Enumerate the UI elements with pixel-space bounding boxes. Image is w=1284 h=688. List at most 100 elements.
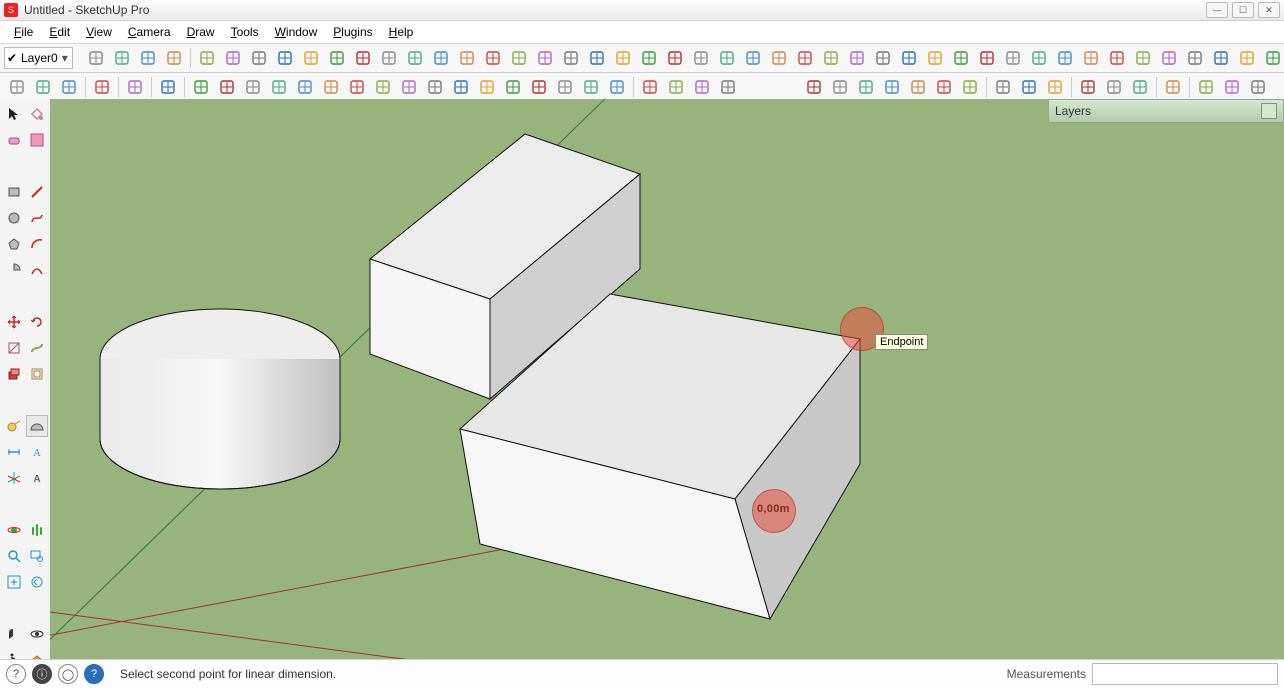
- menu-file[interactable]: File: [6, 23, 41, 41]
- misc2-icon[interactable]: [1210, 47, 1232, 69]
- push-pull-tool[interactable]: [3, 363, 25, 385]
- person-icon[interactable]: ⓘ: [32, 664, 52, 684]
- misc1-icon[interactable]: [1184, 47, 1206, 69]
- maximize-button[interactable]: ☐: [1232, 2, 1254, 18]
- make-component-icon[interactable]: [85, 47, 107, 69]
- cube3-icon[interactable]: [1247, 76, 1269, 98]
- diag3-icon[interactable]: [638, 47, 660, 69]
- m17-icon[interactable]: [606, 76, 628, 98]
- rect1-icon[interactable]: [794, 47, 816, 69]
- cube-icon[interactable]: [1195, 76, 1217, 98]
- close-button[interactable]: ✕: [1258, 2, 1280, 18]
- select-tool[interactable]: [3, 103, 25, 125]
- scale-tool[interactable]: [3, 337, 25, 359]
- cube3-icon[interactable]: [248, 47, 270, 69]
- m16-icon[interactable]: [580, 76, 602, 98]
- lines-c-icon[interactable]: [1132, 47, 1154, 69]
- check-icon[interactable]: [137, 47, 159, 69]
- cube10-icon[interactable]: [430, 47, 452, 69]
- m11-icon[interactable]: [450, 76, 472, 98]
- rect3-icon[interactable]: [846, 47, 868, 69]
- look-around-tool[interactable]: [26, 623, 48, 645]
- misc3-icon[interactable]: [1236, 47, 1258, 69]
- cube8-icon[interactable]: [378, 47, 400, 69]
- menu-tools[interactable]: Tools: [223, 23, 267, 41]
- diag2-icon[interactable]: [612, 47, 634, 69]
- globe-icon[interactable]: [1162, 76, 1184, 98]
- menu-plugins[interactable]: Plugins: [325, 23, 380, 41]
- cube4-icon[interactable]: [274, 47, 296, 69]
- protractor-tool[interactable]: [26, 415, 48, 437]
- line1-icon[interactable]: [664, 47, 686, 69]
- cube1-icon[interactable]: [196, 47, 218, 69]
- previous-tool[interactable]: [26, 571, 48, 593]
- position-camera-tool[interactable]: [3, 623, 25, 645]
- menu-window[interactable]: Window: [267, 23, 326, 41]
- lines-b-icon[interactable]: [1106, 47, 1128, 69]
- m7-icon[interactable]: [346, 76, 368, 98]
- hatch3-icon[interactable]: [950, 47, 972, 69]
- m5-icon[interactable]: [294, 76, 316, 98]
- hatch4-icon[interactable]: [976, 47, 998, 69]
- m4-icon[interactable]: [268, 76, 290, 98]
- material-tool[interactable]: [26, 129, 48, 151]
- rectangle-tool[interactable]: [3, 181, 25, 203]
- m2-icon[interactable]: [216, 76, 238, 98]
- geo-icon[interactable]: ◯: [58, 664, 78, 684]
- hatch7-icon[interactable]: [1054, 47, 1076, 69]
- lines-a-icon[interactable]: [1080, 47, 1102, 69]
- book-icon[interactable]: [992, 76, 1014, 98]
- hatch1-icon[interactable]: [803, 76, 825, 98]
- cube9-icon[interactable]: [404, 47, 426, 69]
- m1-icon[interactable]: [190, 76, 212, 98]
- ray-icon[interactable]: [665, 76, 687, 98]
- viewport-3d[interactable]: 0,00m Endpoint Layers: [50, 99, 1284, 660]
- circle-tool[interactable]: [3, 207, 25, 229]
- zoom-window-tool[interactable]: [26, 545, 48, 567]
- axes-tool[interactable]: [3, 467, 25, 489]
- orbit-tool[interactable]: [3, 519, 25, 541]
- layers-panel-toggle[interactable]: [1261, 103, 1277, 119]
- box-plus-icon[interactable]: [6, 76, 28, 98]
- m12-icon[interactable]: [476, 76, 498, 98]
- polygon-tool[interactable]: [3, 233, 25, 255]
- info-icon[interactable]: ?: [84, 664, 104, 684]
- photo-icon[interactable]: [1103, 76, 1125, 98]
- line-tool[interactable]: [26, 181, 48, 203]
- hatch2-icon[interactable]: [924, 47, 946, 69]
- layer-visible-check[interactable]: ✔: [5, 51, 19, 65]
- rect2-icon[interactable]: [820, 47, 842, 69]
- hatch3-icon[interactable]: [855, 76, 877, 98]
- hatch7-icon[interactable]: [959, 76, 981, 98]
- layers-panel-header[interactable]: Layers: [1048, 99, 1284, 123]
- layers-icon[interactable]: [1018, 76, 1040, 98]
- minimize-button[interactable]: —: [1206, 2, 1228, 18]
- sun-icon[interactable]: [639, 76, 661, 98]
- offset-tool[interactable]: [26, 363, 48, 385]
- rect4-icon[interactable]: [872, 47, 894, 69]
- menu-help[interactable]: Help: [381, 23, 422, 41]
- hatch4-icon[interactable]: [881, 76, 903, 98]
- sweep2-icon[interactable]: [534, 47, 556, 69]
- misc4-icon[interactable]: [1262, 47, 1284, 69]
- faces-icon[interactable]: [111, 47, 133, 69]
- start-page-icon[interactable]: [163, 47, 185, 69]
- measurements-input[interactable]: [1092, 663, 1278, 685]
- hatch2-icon[interactable]: [829, 76, 851, 98]
- arc-tool[interactable]: [26, 233, 48, 255]
- m9-icon[interactable]: [398, 76, 420, 98]
- star-icon[interactable]: [58, 76, 80, 98]
- cube6-icon[interactable]: [326, 47, 348, 69]
- lines-d-icon[interactable]: [1158, 47, 1180, 69]
- menu-camera[interactable]: Camera: [120, 23, 179, 41]
- blank-icon[interactable]: [768, 47, 790, 69]
- hatch6-icon[interactable]: [1028, 47, 1050, 69]
- layer-selector[interactable]: ✔ Layer0 ▾: [4, 47, 73, 69]
- m10-icon[interactable]: [424, 76, 446, 98]
- cube2-icon[interactable]: [222, 47, 244, 69]
- sweep3-icon[interactable]: [560, 47, 582, 69]
- pie-tool[interactable]: [3, 259, 25, 281]
- move-tool[interactable]: [3, 311, 25, 333]
- push1-icon[interactable]: [456, 47, 478, 69]
- line4-icon[interactable]: [742, 47, 764, 69]
